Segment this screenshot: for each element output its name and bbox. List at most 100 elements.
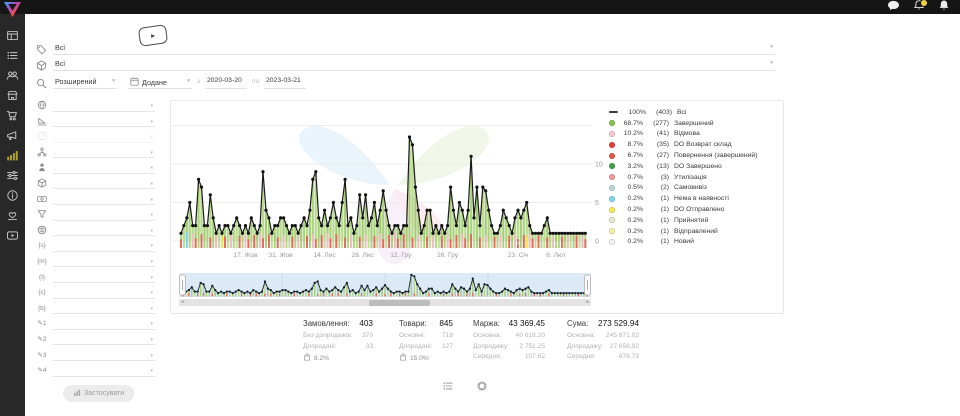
sidebar-item-orders[interactable] xyxy=(6,48,20,62)
upsell-share: 8.2% xyxy=(303,353,373,363)
legend-item[interactable]: 0.5%(2)Самовивіз xyxy=(609,183,781,194)
legend-item[interactable]: 8.7%(35)DO Возврат склад xyxy=(609,139,781,150)
orders-chart: 17. Жов31. Жов14. Лис28. Лис12. Гру26. Г… xyxy=(171,101,621,271)
filter-select-4[interactable]: ▾ xyxy=(53,146,155,159)
sidebar-item-video[interactable] xyxy=(6,228,20,242)
legend-item[interactable]: 0.2%(1)DO Отправлено xyxy=(609,204,781,215)
chart-brush[interactable] xyxy=(179,273,591,297)
chevron-down-icon: ▾ xyxy=(150,353,153,359)
cube-view-icon[interactable] xyxy=(477,381,487,393)
sidebar xyxy=(0,14,25,416)
filter-select-10[interactable]: ▾ xyxy=(53,239,155,252)
legend-item[interactable]: 0.2%(1)Нема в наявності xyxy=(609,193,781,204)
chevron-down-icon: ▾ xyxy=(150,212,153,218)
legend-percent: 6.7% xyxy=(618,152,643,159)
legend-label: Повернення (завершений) xyxy=(674,152,781,159)
filter-row-level: ▾ xyxy=(35,115,155,128)
filter-select-7[interactable]: ▾ xyxy=(53,193,155,206)
filter-select-2[interactable]: ▾ xyxy=(53,115,155,128)
sidebar-item-store[interactable] xyxy=(6,88,20,102)
filter-select-1[interactable]: ▾ xyxy=(53,99,155,112)
sidebar-item-cart[interactable] xyxy=(6,108,20,122)
sidebar-item-analytics[interactable] xyxy=(6,148,20,162)
globe-icon xyxy=(35,100,49,114)
sidebar-item-sliders[interactable] xyxy=(6,168,20,182)
filter-select-6[interactable]: ▾ xyxy=(53,177,155,190)
sidebar-item-dashboard[interactable] xyxy=(6,28,20,42)
chevron-down-icon: ▾ xyxy=(770,44,773,50)
stats-column: Товари:845Основні:718Допродані:12715.0% xyxy=(399,319,453,363)
chevron-down-icon: ▾ xyxy=(150,181,153,187)
legend-item[interactable]: 100%(403)Всі xyxy=(609,107,781,118)
category-filter-value: Всі xyxy=(55,43,65,52)
bell-icon[interactable] xyxy=(912,1,925,14)
legend-item[interactable]: 68.7%(277)Завершений xyxy=(609,118,781,129)
date-to-label: по xyxy=(252,78,259,85)
scroll-left-icon[interactable]: ◂ xyxy=(181,299,184,306)
legend-item[interactable]: 0.2%(1)Новий xyxy=(609,237,781,248)
scrollbar-thumb[interactable] xyxy=(369,300,431,306)
chat-icon[interactable] xyxy=(887,1,900,14)
svg-text:5: 5 xyxy=(595,200,599,207)
legend-percent: 8.7% xyxy=(618,141,643,148)
svg-text:28. Лис: 28. Лис xyxy=(352,252,375,259)
list-view-icon[interactable] xyxy=(443,381,453,393)
legend-count: (2) xyxy=(643,184,669,191)
chevron-down-icon: ▾ xyxy=(150,243,153,249)
brace-s-icon: {s} xyxy=(35,240,49,251)
filter-select-14[interactable]: ▾ xyxy=(53,302,155,315)
bell-muted-icon[interactable] xyxy=(937,1,950,14)
legend-dot-marker xyxy=(609,207,615,213)
sidebar-item-loyalty[interactable] xyxy=(6,208,20,222)
pencil-1-icon: ✎1 xyxy=(35,318,49,329)
product-filter-select[interactable]: Всі ▾ xyxy=(53,56,775,71)
date-to-input[interactable]: 2023-03-21 xyxy=(264,74,306,89)
filter-select-3[interactable]: ▾ xyxy=(53,130,155,143)
filter-row-funnel: ▾ xyxy=(35,208,155,221)
legend-item[interactable]: 10.2%(41)Відмова xyxy=(609,129,781,140)
legend-label: Прийнятий xyxy=(674,217,781,224)
filter-select-18[interactable]: ▾ xyxy=(53,364,155,377)
legend-item[interactable]: 0.7%(3)Утилізація xyxy=(609,172,781,183)
filter-select-9[interactable]: ▾ xyxy=(53,224,155,237)
date-from-input[interactable]: 2020-03-20 xyxy=(205,74,247,89)
legend-item[interactable]: 0.2%(1)Відправлений xyxy=(609,226,781,237)
sidebar-item-clients[interactable] xyxy=(6,68,20,82)
svg-text:23. Січ: 23. Січ xyxy=(508,251,529,259)
legend-dot-marker xyxy=(609,142,615,148)
filter-select-13[interactable]: ▾ xyxy=(53,286,155,299)
brush-handle-right[interactable] xyxy=(585,275,591,295)
filter-select-17[interactable]: ▾ xyxy=(53,349,155,362)
filter-select-5[interactable]: ▾ xyxy=(53,161,155,174)
scroll-right-icon[interactable]: ▸ xyxy=(586,299,589,306)
globe-grid-icon xyxy=(35,225,49,239)
legend-item[interactable]: 3.2%(13)DO Завершено xyxy=(609,161,781,172)
legend-item[interactable]: 0.2%(1) Прийнятий xyxy=(609,215,781,226)
app-logo-icon[interactable] xyxy=(3,1,22,23)
chevron-down-icon: ▾ xyxy=(150,103,153,109)
legend-label: Всі xyxy=(677,109,781,116)
brush-handle-left[interactable] xyxy=(180,275,186,295)
filter-select-16[interactable]: ▾ xyxy=(53,333,155,346)
date-field-select[interactable]: Додане ▾ xyxy=(128,74,192,89)
search-mode-select[interactable]: Розширений ▾ xyxy=(53,74,117,89)
filter-select-15[interactable]: ▾ xyxy=(53,317,155,330)
filter-select-11[interactable]: ▾ xyxy=(53,255,155,268)
filter-select-12[interactable]: ▾ xyxy=(53,271,155,284)
sidebar-item-info[interactable] xyxy=(6,188,20,202)
stat-subrow: Основні:718 xyxy=(399,332,453,339)
category-filter-select[interactable]: Всі ▾ xyxy=(53,40,775,55)
stat-value: 43 369.45 xyxy=(509,319,545,328)
filter-row-globe: ▾ xyxy=(35,99,155,112)
filter-select-8[interactable]: ▾ xyxy=(53,208,155,221)
sidebar-item-marketing[interactable] xyxy=(6,128,20,142)
legend-count: (1) xyxy=(643,217,669,224)
chart-scrollbar[interactable]: ◂ ▸ xyxy=(179,299,591,306)
legend-percent: 0.2% xyxy=(618,217,643,224)
apply-button[interactable]: Застосувати xyxy=(63,385,134,402)
legend-count: (27) xyxy=(643,152,669,159)
chevron-down-icon: ▾ xyxy=(150,228,153,234)
legend-item[interactable]: 6.7%(27) Повернення (завершений) xyxy=(609,150,781,161)
svg-text:14. Лис: 14. Лис xyxy=(313,252,336,259)
stat-value: 845 xyxy=(439,319,453,328)
